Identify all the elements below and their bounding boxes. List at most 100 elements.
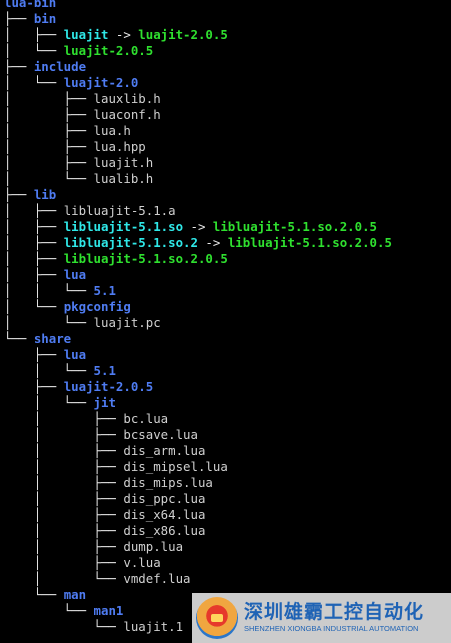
tree-guide-lines: │ └── bbox=[4, 43, 64, 58]
directory-name: pkgconfig bbox=[63, 299, 131, 314]
executable-name: luajit-2.0.5 bbox=[63, 43, 154, 58]
tree-entry: │ └── vmdef.lua bbox=[4, 571, 392, 587]
executable-name: libluajit-5.1.so.2.0.5 bbox=[212, 219, 378, 234]
executable-name: libluajit-5.1.so.2.0.5 bbox=[227, 235, 392, 250]
directory-name: luajit-2.0.5 bbox=[63, 379, 154, 394]
file-name: dis_ppc.lua bbox=[123, 491, 206, 506]
file-name: dis_x86.lua bbox=[123, 523, 206, 538]
tree-guide-lines: └── bbox=[4, 587, 64, 602]
tree-guide-lines: │ ├── bbox=[4, 539, 124, 554]
directory-name: lua bbox=[63, 347, 87, 362]
tree-guide-lines: │ ├── bbox=[4, 443, 124, 458]
file-name: luajit.h bbox=[93, 155, 154, 170]
file-name: luajit.1 bbox=[123, 619, 184, 634]
tree-entry: │ └── 5.1 bbox=[4, 363, 392, 379]
tree-entry: │ ├── bc.lua bbox=[4, 411, 392, 427]
tree-entry: │ ├── dis_x86.lua bbox=[4, 523, 392, 539]
tree-guide-lines: │ ├── bbox=[4, 507, 124, 522]
file-name: dis_arm.lua bbox=[123, 443, 206, 458]
symlink-arrow: -> bbox=[197, 235, 228, 250]
file-name: luajit.pc bbox=[93, 315, 161, 330]
tree-entry: │ ├── luaconf.h bbox=[4, 107, 392, 123]
tree-guide-lines: │ └── bbox=[4, 571, 124, 586]
file-name: bc.lua bbox=[123, 411, 169, 426]
executable-name: luajit-2.0.5 bbox=[138, 27, 228, 42]
file-name: lua.h bbox=[93, 123, 131, 138]
tree-entry: lua-bin bbox=[4, 0, 392, 11]
file-name: dump.lua bbox=[123, 539, 184, 554]
tree-guide-lines: └── bbox=[4, 603, 94, 618]
tree-entry: ├── lua bbox=[4, 347, 392, 363]
directory-name: jit bbox=[93, 395, 116, 410]
tree-entry: │ ├── dis_ppc.lua bbox=[4, 491, 392, 507]
directory-name: man1 bbox=[93, 603, 124, 618]
file-name: dis_mips.lua bbox=[123, 475, 213, 490]
file-name: lualib.h bbox=[93, 171, 154, 186]
terminal-window[interactable]: lua-bin ├── bin │ ├── luajit -> luajit-2.0… bbox=[0, 0, 451, 643]
file-name: lua.hpp bbox=[93, 139, 146, 154]
tree-guide-lines: ├── bbox=[4, 59, 34, 74]
tree-entry: │ ├── dis_arm.lua bbox=[4, 443, 392, 459]
tree-guide-lines: │ ├── bbox=[4, 139, 94, 154]
tree-entry: │ ├── libluajit-5.1.so -> libluajit-5.1.… bbox=[4, 219, 392, 235]
tree-guide-lines: ├── bbox=[4, 379, 64, 394]
file-name: lauxlib.h bbox=[93, 91, 161, 106]
symlink-arrow: -> bbox=[108, 27, 139, 42]
tree-guide-lines: │ ├── bbox=[4, 523, 124, 538]
tree-guide-lines: └── bbox=[4, 331, 34, 346]
tree-entry: │ │ └── 5.1 bbox=[4, 283, 392, 299]
executable-name: libluajit-5.1.so.2.0.5 bbox=[63, 251, 228, 266]
tree-entry: ├── lib bbox=[4, 187, 392, 203]
tree-entry: │ ├── lauxlib.h bbox=[4, 91, 392, 107]
tree-guide-lines: ├── bbox=[4, 187, 34, 202]
directory-name: include bbox=[33, 59, 87, 74]
tree-entry: │ └── luajit.pc bbox=[4, 315, 392, 331]
symlink-name: libluajit-5.1.so.2 bbox=[63, 235, 198, 250]
tree-guide-lines: │ ├── bbox=[4, 251, 64, 266]
tree-entry: ├── luajit-2.0.5 bbox=[4, 379, 392, 395]
file-name: dis_mipsel.lua bbox=[123, 459, 228, 474]
watermark: 深圳雄霸工控自动化 SHENZHEN XIONGBA INDUSTRIAL AU… bbox=[192, 593, 451, 643]
directory-name: 5.1 bbox=[93, 363, 116, 378]
tree-guide-lines: │ ├── bbox=[4, 555, 124, 570]
watermark-company-cn: 深圳雄霸工控自动化 bbox=[244, 601, 425, 623]
tree-guide-lines: │ ├── bbox=[4, 475, 124, 490]
file-name: vmdef.lua bbox=[123, 571, 191, 586]
tree-entry: │ ├── dis_x64.lua bbox=[4, 507, 392, 523]
tree-guide-lines: │ └── bbox=[4, 395, 94, 410]
symlink-name: luajit bbox=[63, 27, 109, 42]
tree-guide-lines: │ └── bbox=[4, 363, 94, 378]
tree-entry: │ ├── luajit -> luajit-2.0.5 bbox=[4, 27, 392, 43]
tree-entry: │ └── luajit-2.0.5 bbox=[4, 43, 392, 59]
directory-name: lua bbox=[63, 267, 87, 282]
tree-entry: │ ├── libluajit-5.1.so.2.0.5 bbox=[4, 251, 392, 267]
tree-guide-lines: │ ├── bbox=[4, 203, 64, 218]
tree-guide-lines: │ └── bbox=[4, 171, 94, 186]
tree-entry: │ ├── lua bbox=[4, 267, 392, 283]
tree-entry: │ └── luajit-2.0 bbox=[4, 75, 392, 91]
tree-guide-lines: │ └── bbox=[4, 299, 64, 314]
symlink-arrow: -> bbox=[183, 219, 213, 234]
tree-entry: │ ├── dis_mipsel.lua bbox=[4, 459, 392, 475]
tree-entry: └── share bbox=[4, 331, 392, 347]
tree-entry: │ ├── luajit.h bbox=[4, 155, 392, 171]
tree-entry: │ ├── bcsave.lua bbox=[4, 427, 392, 443]
tree-guide-lines: │ ├── bbox=[4, 459, 124, 474]
tree-guide-lines: │ │ └── bbox=[4, 283, 94, 298]
tree-guide-lines: │ ├── bbox=[4, 219, 64, 234]
tree-guide-lines: │ ├── bbox=[4, 107, 94, 122]
tree-entry: │ ├── v.lua bbox=[4, 555, 392, 571]
directory-name: luajit-2.0 bbox=[63, 75, 139, 90]
tree-guide-lines: │ ├── bbox=[4, 235, 64, 250]
tree-guide-lines: │ ├── bbox=[4, 91, 94, 106]
file-name: v.lua bbox=[123, 555, 161, 570]
file-name: dis_x64.lua bbox=[123, 507, 206, 522]
tree-guide-lines: │ ├── bbox=[4, 267, 64, 282]
directory-name: lib bbox=[33, 187, 57, 202]
tree-guide-lines: │ ├── bbox=[4, 123, 94, 138]
tree-entry: │ ├── lua.h bbox=[4, 123, 392, 139]
tree-entry: ├── bin bbox=[4, 11, 392, 27]
directory-name: bin bbox=[33, 11, 57, 26]
tree-entry: │ ├── libluajit-5.1.a bbox=[4, 203, 392, 219]
directory-tree: lua-bin ├── bin │ ├── luajit -> luajit-2.0… bbox=[4, 0, 392, 635]
